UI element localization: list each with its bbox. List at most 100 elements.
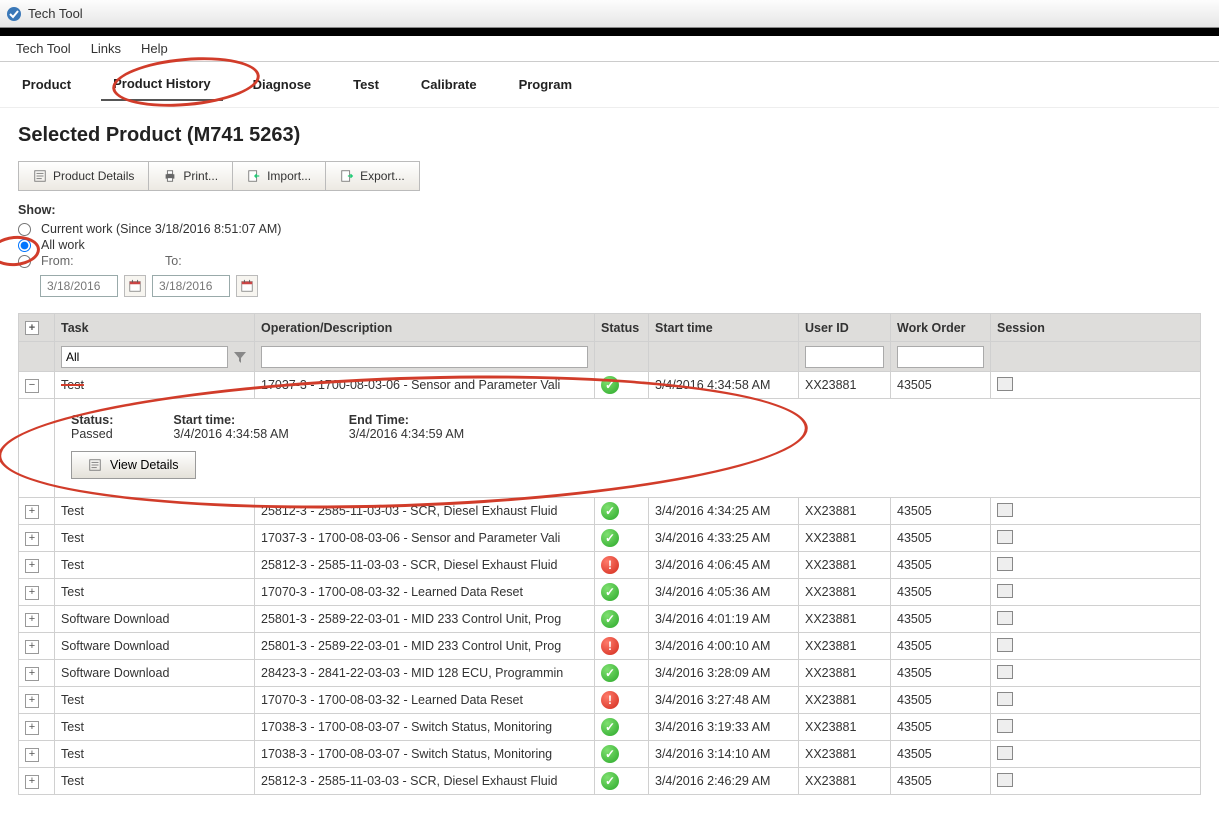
expand-row-icon[interactable]: + — [25, 586, 39, 600]
cell-task: Software Download — [55, 633, 255, 660]
cell-wo: 43505 — [891, 525, 991, 552]
cell-start: 3/4/2016 4:34:58 AM — [649, 372, 799, 399]
session-icon[interactable] — [997, 746, 1013, 760]
cell-start: 3/4/2016 3:28:09 AM — [649, 660, 799, 687]
expand-all-icon[interactable]: + — [25, 321, 39, 335]
cell-start: 3/4/2016 4:06:45 AM — [649, 552, 799, 579]
expand-row-icon[interactable]: + — [25, 694, 39, 708]
cell-start: 3/4/2016 4:00:10 AM — [649, 633, 799, 660]
col-expand[interactable]: + — [19, 314, 55, 342]
cell-op: 17038-3 - 1700-08-03-07 - Switch Status,… — [255, 714, 595, 741]
cell-wo: 43505 — [891, 606, 991, 633]
session-icon[interactable] — [997, 611, 1013, 625]
status-icon: ✓ — [601, 664, 619, 682]
window-title: Tech Tool — [28, 6, 83, 21]
menu-techtool[interactable]: Tech Tool — [6, 37, 81, 60]
col-user[interactable]: User ID — [799, 314, 891, 342]
cell-start: 3/4/2016 4:33:25 AM — [649, 525, 799, 552]
cell-user: XX23881 — [799, 741, 891, 768]
user-filter-input[interactable] — [805, 346, 884, 368]
session-icon[interactable] — [997, 503, 1013, 517]
table-row[interactable]: +Test17038-3 - 1700-08-03-07 - Switch St… — [19, 741, 1201, 768]
session-icon[interactable] — [997, 665, 1013, 679]
radio-all-input[interactable] — [18, 239, 31, 252]
session-icon[interactable] — [997, 692, 1013, 706]
radio-all-label: All work — [41, 238, 85, 252]
col-task[interactable]: Task — [55, 314, 255, 342]
cell-task: Software Download — [55, 606, 255, 633]
from-date-picker-button[interactable] — [124, 275, 146, 297]
menu-links[interactable]: Links — [81, 37, 131, 60]
tab-product-history[interactable]: Product History — [101, 68, 223, 101]
cell-wo: 43505 — [891, 768, 991, 795]
col-wo[interactable]: Work Order — [891, 314, 991, 342]
radio-all-work[interactable]: All work — [18, 237, 1201, 253]
radio-current-work[interactable]: Current work (Since 3/18/2016 8:51:07 AM… — [18, 221, 1201, 237]
expand-row-icon[interactable]: + — [25, 748, 39, 762]
expand-row-icon[interactable]: + — [25, 505, 39, 519]
funnel-icon[interactable] — [232, 349, 248, 365]
cell-op: 25801-3 - 2589-22-03-01 - MID 233 Contro… — [255, 606, 595, 633]
expand-row-icon[interactable]: + — [25, 667, 39, 681]
col-op[interactable]: Operation/Description — [255, 314, 595, 342]
table-row[interactable]: +Test17037-3 - 1700-08-03-06 - Sensor an… — [19, 525, 1201, 552]
expand-row-icon[interactable]: − — [25, 379, 39, 393]
cell-start: 3/4/2016 3:19:33 AM — [649, 714, 799, 741]
to-date-picker-button[interactable] — [236, 275, 258, 297]
session-icon[interactable] — [997, 557, 1013, 571]
cell-task: Test — [55, 687, 255, 714]
col-start[interactable]: Start time — [649, 314, 799, 342]
expand-row-icon[interactable]: + — [25, 532, 39, 546]
detail-start-label: Start time: — [173, 413, 288, 427]
table-row[interactable]: +Test25812-3 - 2585-11-03-03 - SCR, Dies… — [19, 498, 1201, 525]
col-status[interactable]: Status — [595, 314, 649, 342]
cell-user: XX23881 — [799, 768, 891, 795]
print-button[interactable]: Print... — [149, 162, 233, 190]
session-icon[interactable] — [997, 530, 1013, 544]
session-icon[interactable] — [997, 584, 1013, 598]
menu-help[interactable]: Help — [131, 37, 178, 60]
cell-session — [991, 741, 1201, 768]
expand-row-icon[interactable]: + — [25, 613, 39, 627]
task-filter-input[interactable] — [61, 346, 228, 368]
expand-row-icon[interactable]: + — [25, 775, 39, 789]
table-row[interactable]: +Test17070-3 - 1700-08-03-32 - Learned D… — [19, 579, 1201, 606]
cell-start: 3/4/2016 4:05:36 AM — [649, 579, 799, 606]
import-button[interactable]: Import... — [233, 162, 326, 190]
table-row[interactable]: +Test17070-3 - 1700-08-03-32 - Learned D… — [19, 687, 1201, 714]
table-row[interactable]: +Software Download25801-3 - 2589-22-03-0… — [19, 633, 1201, 660]
table-row[interactable]: +Software Download28423-3 - 2841-22-03-0… — [19, 660, 1201, 687]
tab-program[interactable]: Program — [507, 69, 584, 100]
expand-row-icon[interactable]: + — [25, 559, 39, 573]
table-row[interactable]: +Test25812-3 - 2585-11-03-03 - SCR, Dies… — [19, 552, 1201, 579]
from-date-input[interactable] — [40, 275, 118, 297]
table-row[interactable]: −Test17037-3 - 1700-08-03-06 - Sensor an… — [19, 372, 1201, 399]
radio-from-range[interactable]: From: To: — [18, 253, 1201, 269]
radio-current-input[interactable] — [18, 223, 31, 236]
cell-start: 3/4/2016 4:01:19 AM — [649, 606, 799, 633]
to-date-input[interactable] — [152, 275, 230, 297]
export-button[interactable]: Export... — [326, 162, 419, 190]
view-details-button[interactable]: View Details — [71, 451, 196, 479]
table-row[interactable]: + Software Download25801-3 - 2589-22-03-0… — [19, 606, 1201, 633]
expand-row-icon[interactable]: + — [25, 721, 39, 735]
session-icon[interactable] — [997, 719, 1013, 733]
tab-product[interactable]: Product — [10, 69, 83, 100]
status-icon: ✓ — [601, 583, 619, 601]
table-row[interactable]: +Test25812-3 - 2585-11-03-03 - SCR, Dies… — [19, 768, 1201, 795]
cell-session — [991, 768, 1201, 795]
tab-test[interactable]: Test — [341, 69, 391, 100]
tab-calibrate[interactable]: Calibrate — [409, 69, 489, 100]
session-icon[interactable] — [997, 773, 1013, 787]
table-row[interactable]: +Test17038-3 - 1700-08-03-07 - Switch St… — [19, 714, 1201, 741]
product-details-button[interactable]: Product Details — [19, 162, 149, 190]
col-session[interactable]: Session — [991, 314, 1201, 342]
wo-filter-input[interactable] — [897, 346, 984, 368]
expand-row-icon[interactable]: + — [25, 640, 39, 654]
session-icon[interactable] — [997, 638, 1013, 652]
tab-diagnose[interactable]: Diagnose — [241, 69, 324, 100]
session-icon[interactable] — [997, 377, 1013, 391]
radio-from-input[interactable] — [18, 255, 31, 268]
op-filter-input[interactable] — [261, 346, 588, 368]
cell-status: ! — [595, 633, 649, 660]
